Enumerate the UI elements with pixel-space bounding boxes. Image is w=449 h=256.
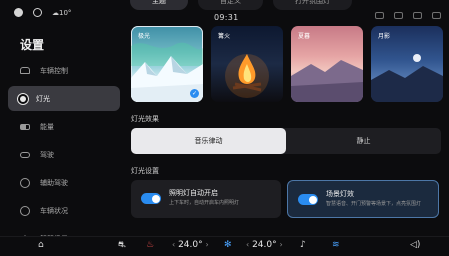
sidebar-item-label: 车辆控制: [40, 66, 68, 75]
scene-effect-card[interactable]: 场景灯效 智慧语音、开门预警等场景下，点亮氛围灯: [287, 180, 439, 218]
sidebar-item-label: 车辆状况: [40, 206, 68, 215]
chat-icon[interactable]: [33, 8, 42, 17]
sidebar-item-energy[interactable]: 能量: [8, 114, 120, 139]
tab-theme[interactable]: 主题: [130, 0, 188, 10]
home-icon[interactable]: ⌂: [38, 240, 44, 250]
sidebar-item-label: 能量: [40, 122, 54, 131]
assist-icon: [20, 177, 30, 188]
auto-light-card[interactable]: 照明灯自动开启 上下车时，自动开启车内照明灯: [131, 180, 281, 218]
light-settings-heading: 灯光设置: [131, 167, 159, 175]
theme-cards: 极光 ✓ 篝火 夏暮 月影: [131, 26, 443, 102]
sidebar-item-vehicle-control[interactable]: 车辆控制: [8, 58, 120, 83]
right-temp-value: 24.0°: [252, 240, 277, 250]
bluetooth-icon: [394, 12, 403, 19]
car-front-icon[interactable]: ⛐: [118, 240, 126, 251]
sidebar-item-assist[interactable]: 辅助驾驶: [8, 170, 120, 195]
theme-card-label: 篝火: [218, 33, 231, 40]
car-icon: [20, 67, 30, 74]
theme-card-label: 夏暮: [298, 33, 311, 40]
selected-check-icon: ✓: [190, 89, 199, 98]
theme-card-aurora[interactable]: 极光 ✓: [131, 26, 203, 102]
scene-effect-title: 场景灯效: [326, 190, 354, 198]
top-tabs: 主题 自定义 打开氛围灯: [130, 0, 352, 10]
sidebar-nav: 车辆控制 灯光 能量 驾驶 辅助驾驶 车辆状况 智慧场景: [8, 58, 120, 254]
theme-card-bonfire[interactable]: 篝火: [211, 26, 283, 102]
auto-light-toggle[interactable]: [141, 193, 161, 204]
wifi-icon: [413, 12, 422, 19]
left-temp-value: 24.0°: [178, 240, 203, 250]
seat-icon[interactable]: ♪: [300, 240, 306, 250]
drive-icon: [20, 151, 30, 158]
theme-card-label: 月影: [378, 33, 391, 40]
fan-icon[interactable]: ✻: [224, 240, 232, 250]
effect-music-rhythm-button[interactable]: 音乐律动: [131, 128, 286, 154]
battery-icon: [20, 123, 30, 130]
weather-temp: ☁10°: [52, 8, 72, 17]
temp-right-decrease-icon[interactable]: ‹: [246, 240, 249, 249]
volume-icon[interactable]: ◁): [410, 240, 420, 250]
auto-light-title: 照明灯自动开启: [169, 189, 218, 197]
sidebar-item-driving[interactable]: 驾驶: [8, 142, 120, 167]
seat-heat-icon[interactable]: ♨: [146, 240, 154, 250]
theme-card-summer-dusk[interactable]: 夏暮: [291, 26, 363, 102]
clock: 09:31: [214, 13, 239, 22]
scene-effect-desc: 智慧语音、开门预警等场景下，点亮氛围灯: [326, 201, 422, 207]
sidebar-item-status[interactable]: 车辆状况: [8, 198, 120, 223]
user-icon[interactable]: [14, 8, 23, 17]
bulb-icon: [20, 95, 26, 102]
theme-card-moonshadow[interactable]: 月影: [371, 26, 443, 102]
temp-right-increase-icon[interactable]: ›: [280, 240, 283, 249]
page-title: 设置: [20, 38, 45, 52]
sidebar-item-lighting[interactable]: 灯光: [8, 86, 120, 111]
light-effect-heading: 灯光效果: [131, 115, 159, 123]
bottom-dock: ⌂ ⛐ ♨ ‹ 24.0° › ✻ ‹ 24.0° › ♪ ≋ ◁): [0, 236, 449, 256]
left-temp-control[interactable]: ‹ 24.0° ›: [172, 240, 209, 250]
sidebar-item-label: 灯光: [36, 94, 50, 103]
sidebar-item-label: 辅助驾驶: [40, 178, 68, 187]
effect-static-button[interactable]: 静止: [286, 128, 441, 154]
scene-effect-toggle[interactable]: [298, 194, 318, 205]
tab-custom[interactable]: 自定义: [198, 0, 263, 10]
status-icon: [20, 205, 30, 216]
signal-icon: [432, 12, 441, 19]
auto-light-desc: 上下车时，自动开启车内照明灯: [169, 200, 240, 206]
theme-card-label: 极光: [138, 33, 151, 40]
light-effect-segmented-control: 音乐律动 静止: [131, 128, 441, 154]
temp-left-decrease-icon[interactable]: ‹: [172, 240, 175, 249]
temp-left-increase-icon[interactable]: ›: [206, 240, 209, 249]
camera-icon: [375, 12, 384, 19]
defrost-icon[interactable]: ≋: [332, 240, 340, 250]
settings-sidebar: 设置 车辆控制 灯光 能量 驾驶 辅助驾驶 车辆状况 智慧场景: [0, 26, 126, 243]
sidebar-item-label: 驾驶: [40, 150, 54, 159]
tab-ambient[interactable]: 打开氛围灯: [273, 0, 352, 10]
right-temp-control[interactable]: ‹ 24.0° ›: [246, 240, 283, 250]
